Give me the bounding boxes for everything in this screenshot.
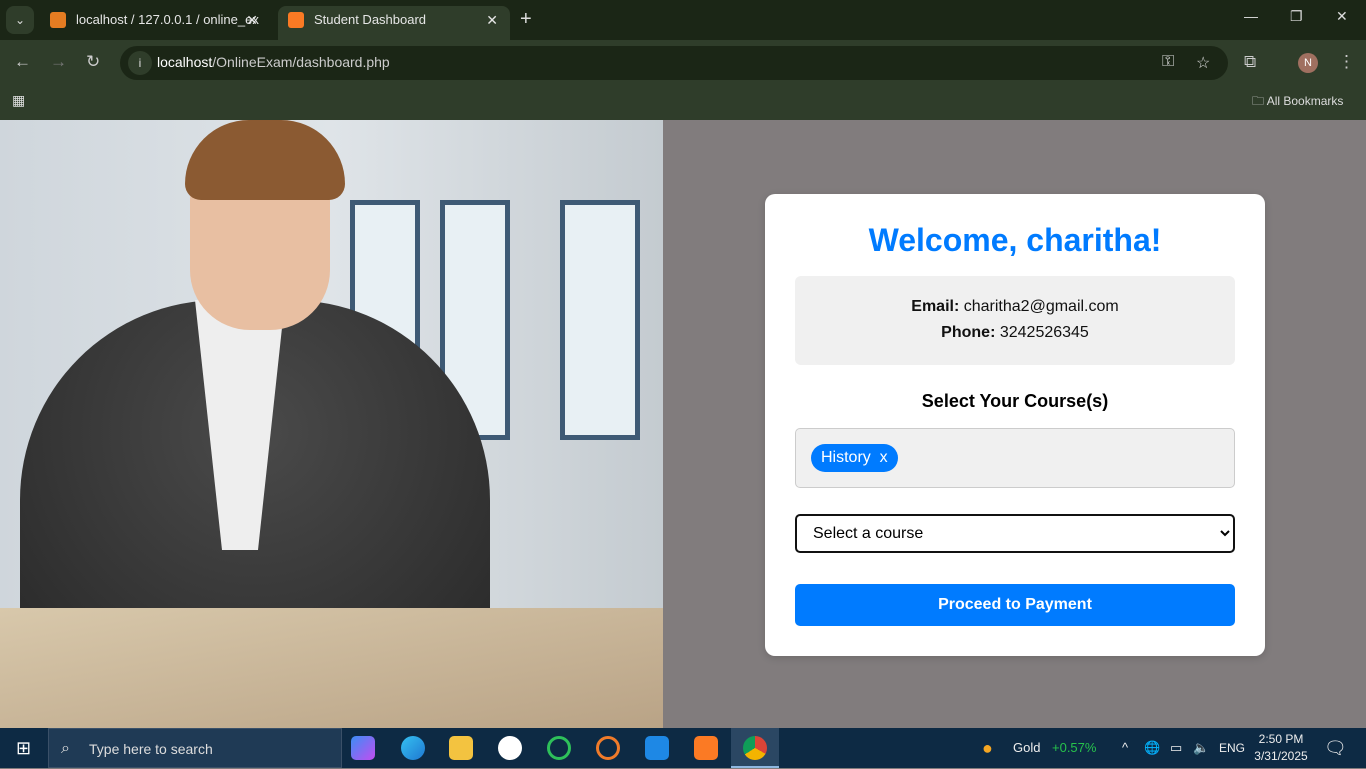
key-icon[interactable]: ⚿ — [1162, 53, 1174, 71]
star-icon[interactable]: ☆ — [1196, 53, 1210, 73]
forward-button[interactable]: → — [50, 52, 67, 72]
site-info-icon[interactable]: i — [128, 51, 152, 75]
select-course-heading: Select Your Course(s) — [921, 391, 1109, 411]
battery-icon[interactable]: ▭ — [1170, 728, 1182, 768]
reload-button[interactable]: ↻ — [86, 52, 100, 72]
apps-icon[interactable]: ▦ — [12, 92, 25, 109]
dashboard-card: Welcome, charitha! Email: charitha2@gmai… — [765, 194, 1265, 656]
tab-phpmyadmin[interactable]: localhost / 127.0.0.1 / online_ex ✕ — [40, 6, 270, 40]
profile-avatar[interactable]: N — [1298, 53, 1318, 73]
url-host: localhost — [157, 54, 213, 70]
proceed-to-payment-button[interactable]: Proceed to Payment — [795, 584, 1235, 626]
user-info: Email: charitha2@gmail.com Phone: 324252… — [795, 276, 1235, 365]
close-tab-icon[interactable]: ✕ — [246, 6, 258, 34]
remove-course-button[interactable]: x — [880, 449, 888, 466]
back-button[interactable]: ← — [14, 52, 31, 72]
app-icon[interactable] — [498, 736, 522, 760]
course-select[interactable]: Select a course — [795, 514, 1235, 553]
vscode-icon[interactable] — [645, 736, 669, 760]
welcome-heading: Welcome, charitha! — [868, 222, 1162, 258]
phone-value: 3242526345 — [999, 324, 1089, 341]
student-illustration — [0, 120, 663, 728]
clock[interactable]: 2:50 PM 3/31/2025 — [1250, 731, 1312, 765]
notifications-icon[interactable]: 🗨 — [1324, 728, 1347, 768]
chrome-taskbar-button[interactable] — [731, 728, 779, 768]
tab-student-dashboard[interactable]: Student Dashboard ✕ — [278, 6, 510, 40]
weather-widget-icon[interactable]: ● — [982, 728, 993, 768]
email-value: charitha2@gmail.com — [963, 298, 1119, 315]
edge-icon[interactable] — [401, 736, 425, 760]
windows-start-icon[interactable]: ⊞ — [16, 738, 31, 759]
volume-icon[interactable]: 🔈 — [1193, 728, 1209, 768]
tab-search-button[interactable]: ⌄ — [6, 6, 34, 34]
selected-courses: History x — [795, 428, 1235, 488]
new-tab-button[interactable]: + — [520, 8, 532, 31]
extensions-icon[interactable]: ⧉ — [1244, 52, 1256, 72]
course-chip: History x — [811, 444, 898, 472]
widget-change: +0.57% — [1052, 740, 1097, 755]
language-indicator[interactable]: ENG — [1219, 728, 1245, 768]
chrome-icon — [743, 736, 767, 760]
search-icon: ⌕ — [61, 740, 70, 757]
close-tab-icon[interactable]: ✕ — [486, 6, 498, 34]
taskbar: ⊞ ⌕ Type here to search ● Gold +0.57% ^ 🌐… — [0, 728, 1366, 768]
folder-icon: 🗀 — [1252, 94, 1265, 108]
tab-bar: ⌄ localhost / 127.0.0.1 / online_ex ✕ St… — [0, 0, 1366, 40]
url-path: /OnlineExam/dashboard.php — [212, 54, 390, 70]
browser-toolbar: ← → ↻ i localhost/OnlineExam/dashboard.p… — [0, 40, 1366, 120]
app-icon[interactable] — [547, 736, 571, 760]
eclipse-icon[interactable] — [596, 736, 620, 760]
xampp-icon — [288, 12, 304, 28]
copilot-icon[interactable] — [351, 736, 375, 760]
menu-icon[interactable]: ⋮ — [1338, 52, 1355, 72]
restore-button[interactable]: ❐ — [1290, 8, 1303, 25]
close-window-button[interactable]: ✕ — [1336, 8, 1348, 25]
taskbar-search[interactable]: ⌕ Type here to search — [48, 728, 342, 768]
file-explorer-icon[interactable] — [449, 736, 473, 760]
xampp-icon[interactable] — [694, 736, 718, 760]
network-icon[interactable]: 🌐 — [1144, 728, 1160, 768]
phpmyadmin-icon — [50, 12, 66, 28]
widget-label[interactable]: Gold — [1013, 728, 1040, 768]
show-hidden-icons[interactable]: ^ — [1122, 728, 1128, 768]
all-bookmarks[interactable]: 🗀 All Bookmarks — [1252, 92, 1343, 113]
address-bar[interactable]: i localhost/OnlineExam/dashboard.php ⚿ ☆ — [120, 46, 1228, 80]
minimize-button[interactable]: — — [1244, 8, 1258, 24]
